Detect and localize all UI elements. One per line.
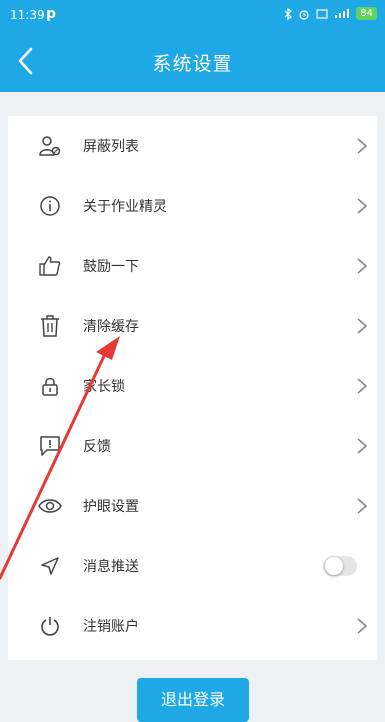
- settings-item-label: 护眼设置: [83, 499, 139, 515]
- system-icons: 84: [284, 7, 377, 20]
- settings-item-about[interactable]: 关于作业精灵: [8, 176, 377, 236]
- settings-item-label: 关于作业精灵: [83, 199, 167, 215]
- chevron-right-icon: [357, 258, 368, 274]
- settings-item-label: 清除缓存: [83, 319, 139, 335]
- chevron-right-icon: [357, 318, 368, 334]
- logout-button[interactable]: 退出登录: [137, 678, 249, 722]
- settings-item-clear-cache[interactable]: 清除缓存: [8, 296, 377, 356]
- screen-icon: [316, 8, 328, 19]
- chevron-right-icon: [357, 378, 368, 394]
- thumbs-up-icon: [38, 254, 62, 278]
- settings-item-eye-care[interactable]: 护眼设置: [8, 476, 377, 536]
- settings-item-parent-lock[interactable]: 家长锁: [8, 356, 377, 416]
- nav-bar: 系统设置: [0, 30, 385, 92]
- lock-icon: [38, 374, 62, 398]
- alarm-icon: [299, 9, 309, 20]
- eye-icon: [38, 494, 62, 518]
- feedback-icon: [38, 434, 62, 458]
- status-bar: 11:39 p 84: [0, 0, 385, 30]
- settings-list: 屏蔽列表 关于作业精灵 鼓励一下 清除缓存 家长锁 反馈 护眼设置 消息推送 注…: [8, 116, 377, 660]
- settings-item-push-notifications: 消息推送: [8, 536, 377, 596]
- battery-level: 84: [356, 7, 377, 20]
- settings-item-label: 家长锁: [83, 379, 125, 395]
- settings-item-label: 注销账户: [83, 619, 139, 635]
- chevron-right-icon: [357, 438, 368, 454]
- power-icon: [38, 614, 62, 638]
- app-notification-icon: p: [46, 6, 57, 22]
- trash-icon: [38, 314, 62, 338]
- settings-item-label: 鼓励一下: [83, 259, 139, 275]
- bluetooth-icon: [284, 7, 293, 20]
- chevron-right-icon: [357, 618, 368, 634]
- user-block-icon: [38, 134, 62, 158]
- settings-item-delete-account[interactable]: 注销账户: [8, 596, 377, 656]
- settings-item-encourage[interactable]: 鼓励一下: [8, 236, 377, 296]
- settings-item-label: 反馈: [83, 439, 111, 455]
- page-title: 系统设置: [152, 53, 233, 75]
- settings-item-label: 消息推送: [83, 559, 139, 575]
- signal-icon: [335, 9, 350, 18]
- status-time: 11:39: [10, 8, 45, 22]
- push-notification-toggle[interactable]: [323, 556, 357, 576]
- settings-item-block-list[interactable]: 屏蔽列表: [8, 116, 377, 176]
- send-icon: [38, 554, 62, 578]
- settings-item-feedback[interactable]: 反馈: [8, 416, 377, 476]
- settings-item-label: 屏蔽列表: [83, 139, 139, 155]
- toggle-knob: [325, 557, 343, 575]
- chevron-right-icon: [357, 138, 368, 154]
- chevron-right-icon: [357, 498, 368, 514]
- info-icon: [38, 194, 62, 218]
- chevron-right-icon: [357, 198, 368, 214]
